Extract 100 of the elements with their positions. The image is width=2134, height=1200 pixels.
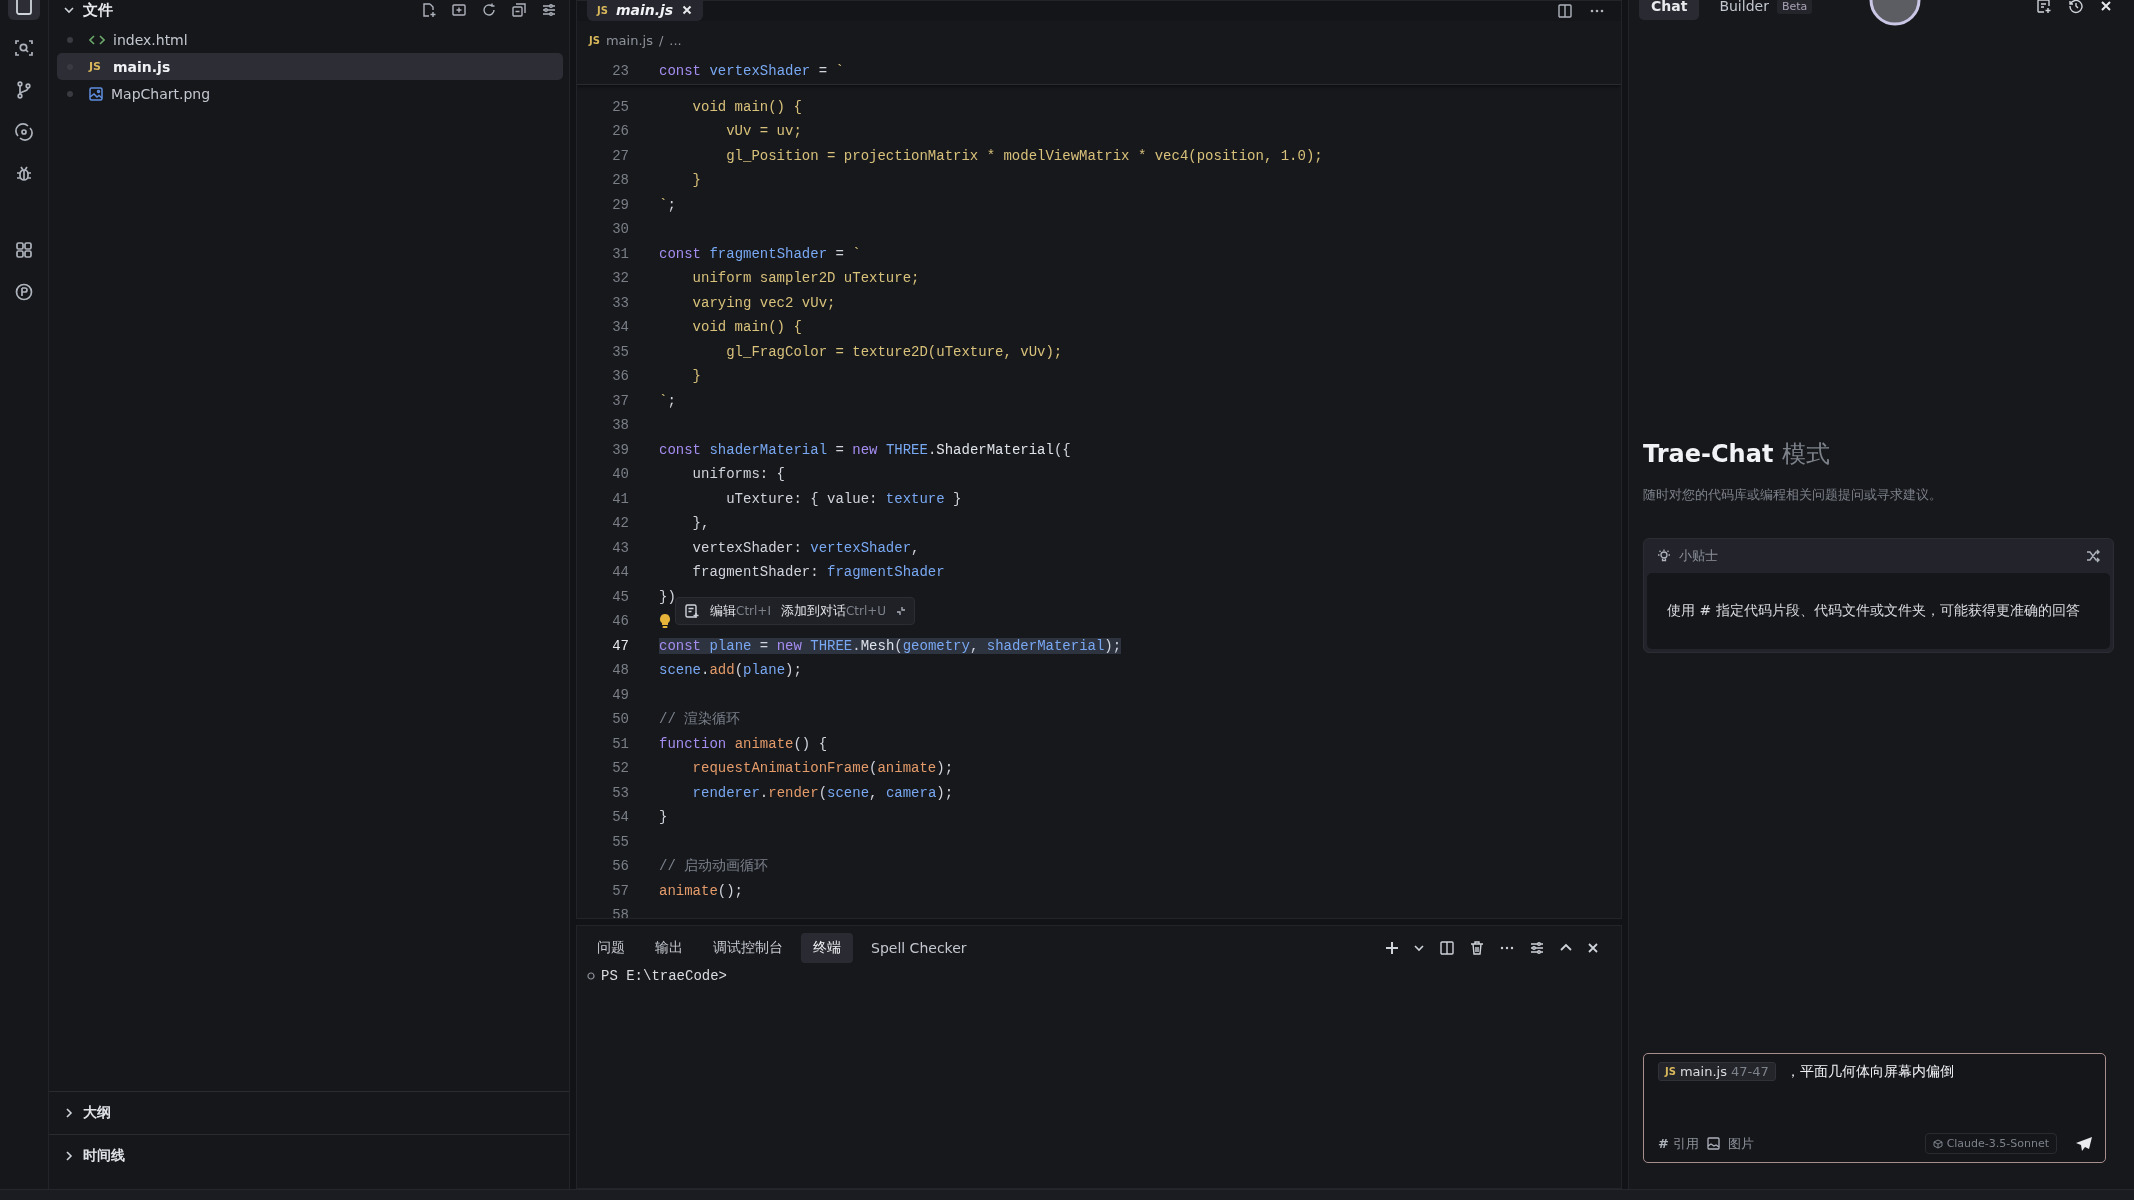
lightbulb-icon[interactable]	[659, 613, 671, 629]
new-file-icon[interactable]	[421, 2, 437, 18]
shuffle-icon[interactable]	[2086, 549, 2100, 563]
breadcrumb-item[interactable]: ...	[669, 32, 682, 48]
terminal-prompt: PS E:\traeCode>	[601, 968, 728, 984]
code-line: }	[691, 368, 701, 385]
line-number: 43	[611, 539, 629, 556]
chevron-icon[interactable]	[63, 1107, 75, 1119]
image-icon	[89, 86, 103, 101]
line-number: 38	[611, 417, 629, 434]
panel-tab[interactable]: 输出	[643, 933, 695, 963]
line-number: 34	[611, 319, 629, 336]
tip-text: 使用 # 指定代码片段、代码文件或文件夹，可能获得更准确的回答	[1647, 573, 2110, 650]
settings-icon[interactable]	[1529, 940, 1545, 956]
chat-tab[interactable]: Chat	[1639, 0, 1700, 20]
section-header[interactable]: 大纲	[49, 1091, 569, 1134]
chat-heading: Trae-Chat 模式	[1643, 439, 1831, 470]
line-number: 35	[611, 343, 629, 360]
code-line: void main() {	[691, 319, 802, 336]
line-number: 39	[611, 441, 629, 458]
line-number: 40	[611, 466, 629, 483]
file-reference-chip[interactable]: JS main.js 47-47	[1658, 1062, 1776, 1081]
file-item[interactable]: MapChart.png	[57, 80, 563, 107]
code-line: renderer.render(scene, camera);	[691, 784, 954, 801]
line-number: 32	[611, 270, 629, 287]
code-line: `;	[659, 392, 676, 409]
code-line: const shaderMaterial = new THREE.ShaderMaterial({	[659, 441, 1071, 458]
line-number: 27	[611, 147, 629, 164]
trash-icon[interactable]	[1469, 940, 1485, 956]
code-line: function animate() {	[659, 735, 828, 752]
panel-tab[interactable]: 调试控制台	[701, 933, 795, 963]
file-item[interactable]: index.html	[57, 26, 563, 53]
line-number: 51	[611, 735, 629, 752]
send-icon[interactable]	[2075, 1135, 2093, 1152]
refresh-icon[interactable]	[481, 2, 497, 18]
code-line: vUv = uv;	[725, 123, 802, 140]
js-file-icon: JS	[589, 34, 600, 46]
line-number: 25	[611, 98, 629, 115]
line-number: 53	[611, 784, 629, 801]
avatar[interactable]	[1869, 0, 1921, 26]
image-button[interactable]: 图片	[1728, 1134, 1755, 1153]
close-icon[interactable]	[1587, 942, 1599, 954]
code-line: `;	[659, 196, 676, 213]
new-folder-icon[interactable]	[451, 2, 467, 18]
caret-icon[interactable]	[1413, 942, 1425, 954]
settings-icon[interactable]	[541, 2, 557, 18]
line-number: 57	[611, 882, 629, 899]
line-number: 52	[611, 760, 629, 777]
close-icon[interactable]	[681, 4, 694, 16]
reference-button[interactable]: # 引用	[1658, 1134, 1700, 1153]
line-number: 55	[611, 833, 629, 850]
model-selector[interactable]: Claude-3.5-Sonnet	[1924, 1133, 2057, 1154]
close-icon[interactable]	[2100, 0, 2112, 12]
panel-tab[interactable]: 问题	[585, 933, 637, 963]
panel-tab[interactable]: 终端	[801, 933, 853, 963]
code-line: const fragmentShader = `	[659, 245, 861, 262]
edit-icon	[684, 603, 700, 619]
chat-input-field[interactable]: JS main.js 47-47 ，平面几何体向屏幕内偏倒 # 引用 图片 Claude-3.5-Sonnet	[1643, 1053, 2106, 1163]
file-item[interactable]: JS main.js	[57, 53, 563, 80]
image-icon	[1707, 1137, 1721, 1150]
line-number: 30	[611, 221, 629, 238]
line-number: 42	[611, 515, 629, 532]
code-line: },	[691, 515, 710, 532]
split-editor-icon[interactable]	[1557, 3, 1573, 19]
line-number: 33	[611, 294, 629, 311]
line-number: 31	[611, 245, 629, 262]
plus-icon[interactable]	[1385, 941, 1399, 955]
input-text: ，平面几何体向屏幕内偏倒	[1785, 1062, 1954, 1081]
new-chat-icon[interactable]	[2036, 0, 2052, 14]
panel-tab[interactable]: Spell Checker	[859, 934, 979, 962]
split-panel-icon[interactable]	[1439, 940, 1455, 956]
code-line: // 启动动画循环	[659, 857, 769, 876]
breadcrumb-item: /	[658, 32, 664, 48]
js-file-icon: JS	[89, 60, 105, 73]
files-icon[interactable]	[8, 0, 40, 20]
line-number: 54	[611, 809, 629, 826]
history-icon[interactable]	[2068, 0, 2084, 14]
line-number: 37	[611, 392, 629, 409]
code-line: gl_Position = projectionMatrix * modelViewMatrix * vec4(position, 1.0);	[725, 147, 1323, 164]
sidebar-title: 文件	[83, 0, 113, 20]
cube-icon	[1932, 1138, 1943, 1149]
lightbulb-icon	[1657, 549, 1671, 563]
collapse-icon[interactable]	[511, 2, 527, 18]
tip-title: 小贴士	[1679, 547, 1718, 565]
chevron-icon[interactable]	[63, 1150, 75, 1162]
chevron-icon[interactable]	[63, 4, 75, 16]
code-line: }	[659, 809, 668, 826]
section-header[interactable]: 时间线	[49, 1134, 569, 1177]
menu-action[interactable]: 编辑Ctrl+I	[710, 602, 771, 620]
line-number: 26	[611, 123, 629, 140]
editor-tab[interactable]: JS main.js	[587, 0, 704, 21]
menu-action[interactable]: 添加到对话Ctrl+U	[780, 602, 887, 620]
line-number: 56	[611, 858, 629, 875]
code-line: void main() {	[691, 98, 802, 115]
code-line: requestAnimationFrame(animate);	[691, 760, 954, 777]
breadcrumb-item[interactable]: main.js	[605, 32, 653, 48]
line-number: 29	[611, 196, 629, 213]
collapse-icon[interactable]	[896, 606, 907, 616]
chat-tab[interactable]: Builder Beta	[1707, 0, 1825, 20]
line-number: 50	[611, 711, 629, 728]
